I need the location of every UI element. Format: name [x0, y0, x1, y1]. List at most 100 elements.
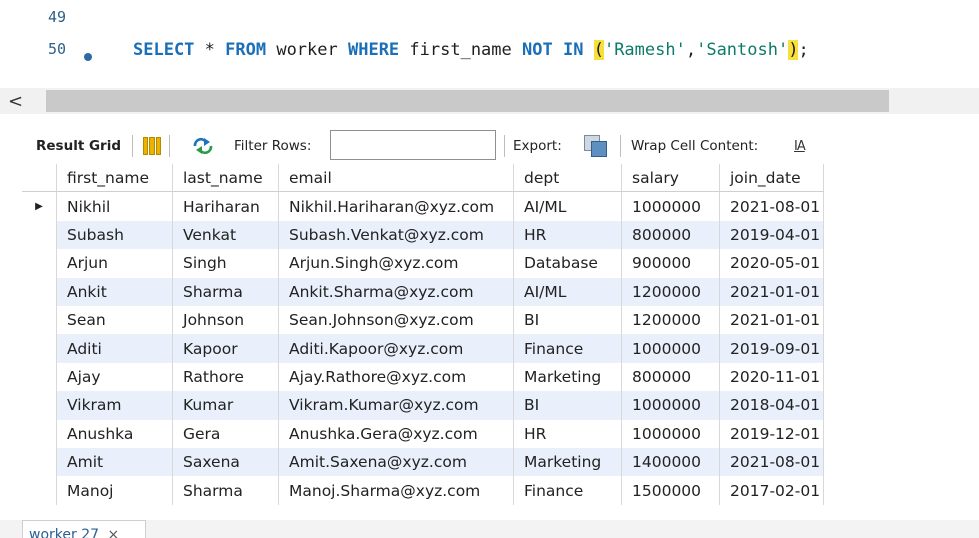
- cell-last-name[interactable]: Johnson: [173, 306, 279, 335]
- cell-first-name[interactable]: Amit: [57, 448, 173, 477]
- cell-dept[interactable]: BI: [514, 306, 622, 335]
- column-header-salary[interactable]: salary: [622, 164, 720, 193]
- current-row-marker-icon[interactable]: ▶: [22, 192, 57, 221]
- cell-join-date[interactable]: 2021-08-01: [720, 192, 824, 221]
- cell-last-name[interactable]: Venkat: [173, 220, 279, 250]
- row-header[interactable]: [22, 391, 57, 420]
- cell-join-date[interactable]: 2021-01-01: [720, 277, 824, 306]
- row-header[interactable]: [22, 334, 57, 363]
- cell-email[interactable]: Arjun.Singh@xyz.com: [279, 249, 514, 278]
- cell-first-name[interactable]: Aditi: [57, 334, 173, 363]
- filter-refresh-button[interactable]: [192, 128, 214, 164]
- cell-email[interactable]: Ajay.Rathore@xyz.com: [279, 362, 514, 392]
- table-row[interactable]: Subash Venkat Subash.Venkat@xyz.com HR 80000…: [22, 220, 824, 250]
- table-row[interactable]: ▶ Nikhil Hariharan Nikhil.Hariharan@xyz.com…: [22, 192, 824, 221]
- cell-email[interactable]: Ankit.Sharma@xyz.com: [279, 277, 514, 306]
- cell-email[interactable]: Subash.Venkat@xyz.com: [279, 220, 514, 250]
- cell-salary[interactable]: 900000: [622, 249, 720, 278]
- cell-last-name[interactable]: Saxena: [173, 448, 279, 477]
- editor-horizontal-scrollbar[interactable]: <: [0, 88, 979, 114]
- cell-dept[interactable]: HR: [514, 220, 622, 250]
- row-header[interactable]: [22, 419, 57, 448]
- cell-salary[interactable]: 1200000: [622, 277, 720, 306]
- row-header[interactable]: [22, 306, 57, 335]
- table-row[interactable]: Vikram Kumar Vikram.Kumar@xyz.com BI 1000000…: [22, 391, 824, 420]
- cell-salary[interactable]: 800000: [622, 220, 720, 250]
- cell-join-date[interactable]: 2020-11-01: [720, 362, 824, 392]
- table-row[interactable]: Anushka Gera Anushka.Gera@xyz.com HR 1000000…: [22, 419, 824, 448]
- cell-first-name[interactable]: Nikhil: [57, 192, 173, 221]
- cell-last-name[interactable]: Rathore: [173, 362, 279, 392]
- cell-dept[interactable]: Marketing: [514, 362, 622, 392]
- table-row[interactable]: Ankit Sharma Ankit.Sharma@xyz.com AI/ML 1200…: [22, 277, 824, 306]
- cell-salary[interactable]: 800000: [622, 362, 720, 392]
- sql-statement[interactable]: SELECT * FROM worker WHERE first_name NO…: [133, 40, 809, 60]
- cell-join-date[interactable]: 2020-05-01: [720, 249, 824, 278]
- result-grid-button[interactable]: Result Grid: [36, 128, 121, 164]
- cell-salary[interactable]: 1500000: [622, 476, 720, 505]
- result-grid[interactable]: first_name last_name email dept salary j…: [22, 164, 824, 520]
- column-header-dept[interactable]: dept: [514, 164, 622, 193]
- sql-editor[interactable]: 49 50 SELECT * FROM worker WHERE first_n…: [0, 0, 979, 86]
- cell-join-date[interactable]: 2021-08-01: [720, 448, 824, 477]
- cell-first-name[interactable]: Subash: [57, 220, 173, 250]
- cell-last-name[interactable]: Kapoor: [173, 334, 279, 363]
- cell-dept[interactable]: BI: [514, 391, 622, 420]
- tab-worker-27[interactable]: worker 27 ×: [22, 520, 146, 538]
- row-header[interactable]: [22, 448, 57, 477]
- table-row[interactable]: Ajay Rathore Ajay.Rathore@xyz.com Marketing…: [22, 362, 824, 392]
- cell-dept[interactable]: AI/ML: [514, 192, 622, 221]
- cell-last-name[interactable]: Sharma: [173, 476, 279, 505]
- cell-email[interactable]: Aditi.Kapoor@xyz.com: [279, 334, 514, 363]
- cell-dept[interactable]: AI/ML: [514, 277, 622, 306]
- cell-last-name[interactable]: Gera: [173, 419, 279, 448]
- table-row[interactable]: Manoj Sharma Manoj.Sharma@xyz.com Finance 15…: [22, 476, 824, 505]
- cell-join-date[interactable]: 2018-04-01: [720, 391, 824, 420]
- close-icon[interactable]: ×: [107, 527, 119, 538]
- cell-salary[interactable]: 1200000: [622, 306, 720, 335]
- cell-last-name[interactable]: Kumar: [173, 391, 279, 420]
- table-row[interactable]: Arjun Singh Arjun.Singh@xyz.com Database 900…: [22, 249, 824, 278]
- scroll-left-icon[interactable]: <: [8, 91, 23, 112]
- cell-join-date[interactable]: 2019-04-01: [720, 220, 824, 250]
- column-header-first-name[interactable]: first_name: [57, 164, 173, 193]
- column-header-last-name[interactable]: last_name: [173, 164, 279, 193]
- cell-dept[interactable]: Marketing: [514, 448, 622, 477]
- cell-first-name[interactable]: Arjun: [57, 249, 173, 278]
- row-header[interactable]: [22, 277, 57, 306]
- table-row[interactable]: Sean Johnson Sean.Johnson@xyz.com BI 1200000…: [22, 306, 824, 335]
- wrap-cell-toggle[interactable]: IA: [794, 128, 806, 164]
- scrollbar-thumb[interactable]: [46, 90, 889, 112]
- row-header[interactable]: [22, 362, 57, 392]
- cell-email[interactable]: Amit.Saxena@xyz.com: [279, 448, 514, 477]
- cell-last-name[interactable]: Sharma: [173, 277, 279, 306]
- cell-first-name[interactable]: Vikram: [57, 391, 173, 420]
- cell-first-name[interactable]: Ajay: [57, 362, 173, 392]
- cell-first-name[interactable]: Anushka: [57, 419, 173, 448]
- column-header-join-date[interactable]: join_date: [720, 164, 824, 193]
- row-header[interactable]: [22, 476, 57, 505]
- cell-dept[interactable]: Database: [514, 249, 622, 278]
- cell-join-date[interactable]: 2019-12-01: [720, 419, 824, 448]
- cell-first-name[interactable]: Sean: [57, 306, 173, 335]
- cell-join-date[interactable]: 2021-01-01: [720, 306, 824, 335]
- cell-dept[interactable]: HR: [514, 419, 622, 448]
- cell-join-date[interactable]: 2017-02-01: [720, 476, 824, 505]
- cell-email[interactable]: Nikhil.Hariharan@xyz.com: [279, 192, 514, 221]
- cell-salary[interactable]: 1000000: [622, 419, 720, 448]
- cell-join-date[interactable]: 2019-09-01: [720, 334, 824, 363]
- cell-last-name[interactable]: Singh: [173, 249, 279, 278]
- cell-dept[interactable]: Finance: [514, 476, 622, 505]
- cell-salary[interactable]: 1000000: [622, 192, 720, 221]
- column-header-email[interactable]: email: [279, 164, 514, 193]
- filter-rows-input[interactable]: [330, 130, 496, 160]
- table-row[interactable]: Aditi Kapoor Aditi.Kapoor@xyz.com Finance 10…: [22, 334, 824, 363]
- cell-salary[interactable]: 1000000: [622, 391, 720, 420]
- cell-email[interactable]: Sean.Johnson@xyz.com: [279, 306, 514, 335]
- grid-columns-button[interactable]: [143, 128, 161, 164]
- cell-last-name[interactable]: Hariharan: [173, 192, 279, 221]
- export-button[interactable]: [584, 128, 608, 164]
- cell-salary[interactable]: 1000000: [622, 334, 720, 363]
- cell-first-name[interactable]: Manoj: [57, 476, 173, 505]
- cell-salary[interactable]: 1400000: [622, 448, 720, 477]
